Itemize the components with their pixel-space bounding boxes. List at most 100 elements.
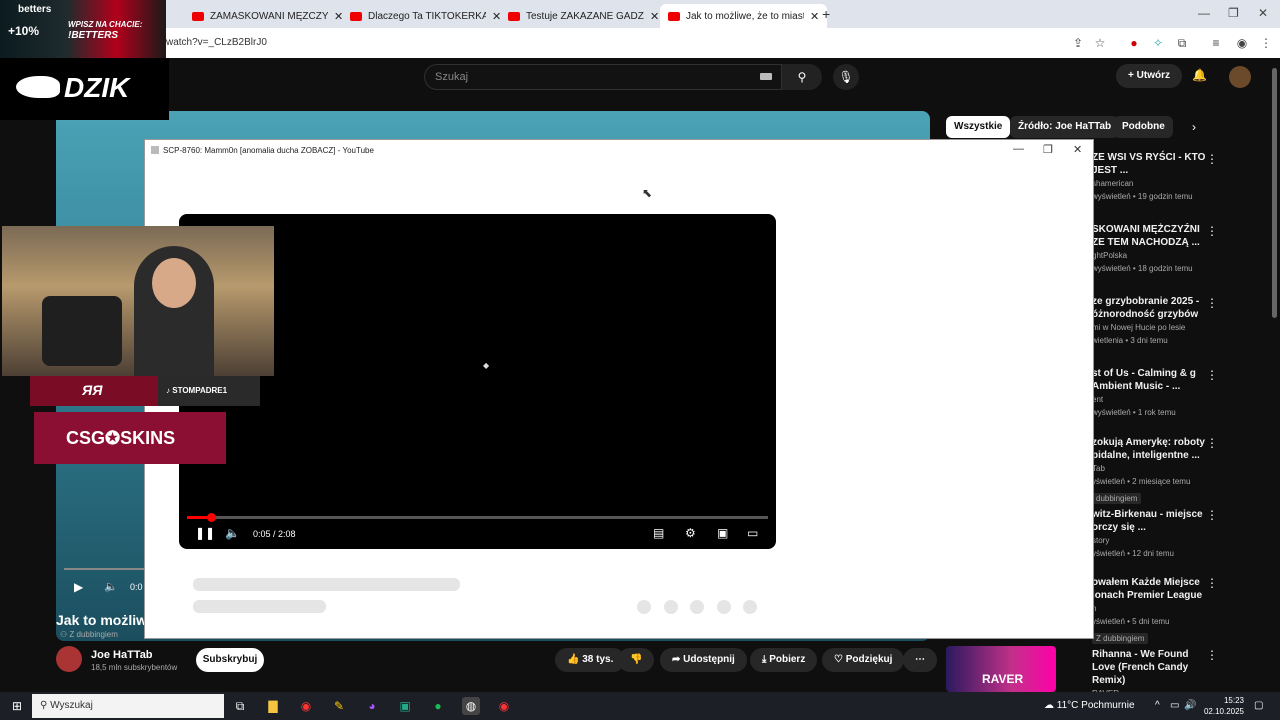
profile-icon[interactable]: ◉ (1234, 35, 1250, 51)
dzik-logo-text: DZIK (64, 72, 130, 103)
rec-meta: yświetleń • 12 dni temu (1092, 549, 1174, 558)
more-actions-button[interactable]: ⋯ (903, 648, 937, 672)
channel-name[interactable]: Joe HaTTab (91, 649, 153, 661)
recommendation-item[interactable]: zokują Amerykę: roboty pidalne, intelige… (1092, 436, 1212, 506)
bookmark-star-icon[interactable]: ☆ (1092, 35, 1108, 51)
more-options-icon[interactable]: ⋮ (1206, 648, 1218, 662)
weather-widget[interactable]: ☁ 11°C Pochmurnie (1044, 700, 1135, 711)
volume-icon[interactable]: 🔈 (104, 580, 118, 593)
spotify-icon[interactable]: ● (429, 697, 447, 715)
app-icon[interactable]: ▣ (396, 697, 414, 715)
new-tab-button[interactable]: + (822, 6, 830, 22)
voice-search-button[interactable]: 🎙 (833, 64, 859, 90)
network-icon[interactable]: ▭ (1170, 700, 1179, 711)
speaker-icon[interactable]: 🔊 (1184, 700, 1196, 711)
pause-icon[interactable]: ❚❚ (195, 526, 215, 540)
thumbnail-label: RAVER (982, 672, 1024, 686)
media-controls-icon[interactable]: ≡ (1208, 35, 1224, 51)
subscribe-button[interactable]: Subskrybuj (196, 648, 264, 672)
tab-2[interactable]: Dlaczego Ta TIKTOKERKA Niena ✕ (342, 4, 509, 28)
search-input[interactable]: Szukaj (424, 64, 782, 90)
chevron-up-icon[interactable]: ^ (1155, 700, 1160, 711)
extension-icon[interactable]: ✧ (1150, 35, 1166, 51)
system-clock[interactable]: 15:23 02.10.2025 (1202, 695, 1244, 717)
chevron-right-icon[interactable]: › (1192, 120, 1196, 134)
task-view-icon[interactable]: ⧉ (231, 697, 249, 715)
download-icon: ⤓ (762, 654, 767, 665)
obs-icon[interactable]: ◍ (462, 697, 480, 715)
extension-icon[interactable]: ● (1126, 35, 1142, 51)
chip-similar[interactable]: Podobne (1114, 116, 1173, 138)
more-options-icon[interactable]: ⋮ (1206, 152, 1218, 166)
file-explorer-icon[interactable]: ▇ (264, 697, 282, 715)
more-options-icon[interactable]: ⋮ (1206, 296, 1218, 310)
betters-banner: betters +10% WPISZ NA CHACIE: !BETTERS (0, 0, 166, 58)
popup-maximize-button[interactable]: ❐ (1043, 143, 1053, 156)
main-progress-bar[interactable] (64, 568, 144, 570)
miniplayer-icon[interactable]: ▣ (717, 526, 728, 540)
subtitles-icon[interactable]: ▤ (653, 526, 664, 540)
tab-1[interactable]: ZAMASKOWANI MĘŻCZYŹNI ZE ✕ (184, 4, 351, 28)
theater-mode-icon[interactable]: ▭ (747, 526, 758, 540)
mouse-cursor-icon: ⬉ (642, 186, 653, 200)
keyboard-icon[interactable] (760, 73, 772, 80)
more-options-icon[interactable]: ⋮ (1206, 576, 1218, 590)
play-icon[interactable]: ▶ (74, 580, 83, 594)
more-options-icon[interactable]: ⋮ (1206, 508, 1218, 522)
app-icon[interactable]: ✎ (330, 697, 348, 715)
chip-source[interactable]: Źródło: Joe HaTTab (1010, 116, 1120, 138)
dislike-button[interactable]: 👎 (618, 648, 655, 672)
windows-start-icon[interactable]: ⊞ (10, 699, 24, 713)
account-avatar[interactable] (1229, 66, 1251, 88)
taskbar-search-input[interactable]: ⚲ Wyszukaj (32, 694, 224, 718)
recommendation-item[interactable]: ze grzybobranie 2025 - óżnorodność grzyb… (1092, 295, 1212, 347)
chrome-icon[interactable]: ◉ (297, 697, 315, 715)
rec-title: owałem Każde Miejsce ionach Premier Leag… (1092, 577, 1203, 601)
clock-time: 15:23 (1223, 696, 1244, 705)
more-options-icon[interactable]: ⋮ (1206, 368, 1218, 382)
channel-avatar[interactable] (56, 646, 82, 672)
search-button[interactable]: ⚲ (782, 64, 822, 90)
discord-icon[interactable]: ◕ (363, 697, 381, 715)
rec-title: witz-Birkenau - miejsce orczy się ... (1092, 509, 1203, 533)
close-tab-icon[interactable]: ✕ (810, 10, 819, 23)
recommendation-item[interactable]: ZE WSI VS RYŚCI - KTO JEST ... shamerica… (1092, 151, 1212, 203)
recommendation-item[interactable]: st of Us - Calming & g Ambient Music - .… (1092, 367, 1212, 419)
chrome-icon[interactable]: ◉ (495, 697, 513, 715)
rec-meta: yświetleń • 2 miesiące temu (1092, 477, 1191, 486)
thanks-button[interactable]: ♡ Podziękuj (822, 648, 905, 672)
tab-active[interactable]: Jak to możliwe, że to miasto wc ✕ (660, 4, 828, 28)
share-button[interactable]: ➦ Udostępnij (660, 648, 747, 672)
settings-gear-icon[interactable]: ⚙ (685, 526, 696, 540)
menu-kebab-icon[interactable]: ⋮ (1258, 35, 1274, 51)
notifications-bell-icon[interactable]: 🔔 (1192, 68, 1207, 82)
like-button[interactable]: 👍 38 tys. (555, 648, 626, 672)
microphone-icon: 🎙 (838, 70, 854, 84)
more-options-icon[interactable]: ⋮ (1206, 436, 1218, 450)
volume-icon[interactable]: 🔈 (225, 526, 240, 540)
more-options-icon[interactable]: ⋮ (1206, 224, 1218, 238)
rec-meta: yświetleń • 5 dni temu (1092, 617, 1170, 626)
page-scrollbar[interactable] (1272, 68, 1277, 318)
notifications-icon[interactable]: ▢ (1254, 700, 1263, 711)
recommendation-item[interactable]: SKOWANI MĘŻCZYŹNI ZE TEM NACHODZĄ ... gh… (1092, 223, 1212, 275)
chip-all[interactable]: Wszystkie (946, 116, 1011, 138)
loading-skeleton (193, 578, 460, 591)
recommendation-item[interactable]: owałem Każde Miejsce ionach Premier Leag… (1092, 576, 1212, 646)
maximize-button[interactable]: ❐ (1228, 6, 1239, 20)
minimize-button[interactable]: — (1198, 6, 1210, 20)
popup-minimize-button[interactable]: — (1013, 143, 1024, 155)
close-window-button[interactable]: ✕ (1258, 6, 1268, 20)
recommendation-item[interactable]: witz-Birkenau - miejsce orczy się ... st… (1092, 508, 1212, 560)
create-button[interactable]: + Utwórz (1116, 64, 1182, 88)
tab-3[interactable]: Testuje ZAKAZANE GADŻETY z ✕ (500, 4, 667, 28)
popup-close-button[interactable]: ✕ (1073, 143, 1082, 156)
scrubber-handle[interactable] (207, 513, 217, 522)
close-tab-icon[interactable]: ✕ (650, 10, 659, 23)
download-button[interactable]: ⤓ Pobierz (750, 648, 818, 672)
url-field[interactable]: watch?v=_CLzB2BlrJ0 (166, 37, 267, 48)
extensions-puzzle-icon[interactable]: ⧉ (1174, 35, 1190, 51)
popup-progress-bar[interactable] (187, 513, 768, 522)
rec-meta: wyświetleń • 1 rok temu (1092, 408, 1176, 417)
install-app-icon[interactable]: ⇪ (1070, 35, 1086, 51)
